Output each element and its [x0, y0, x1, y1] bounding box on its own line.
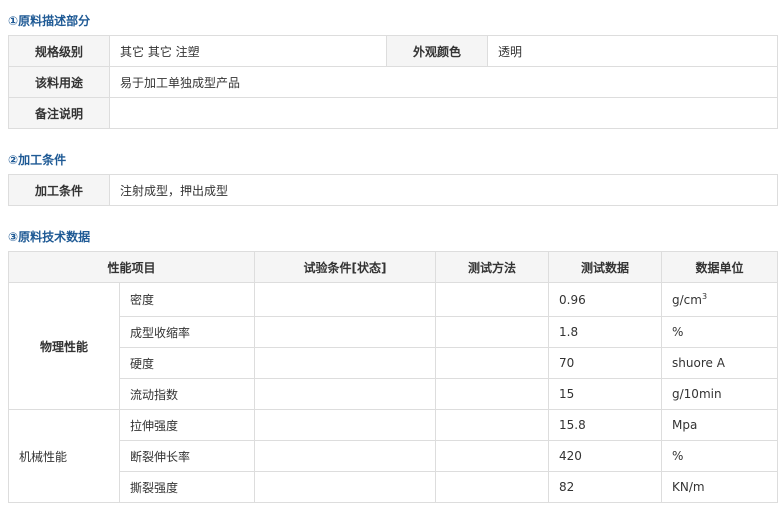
item-cell: 硬度: [118, 347, 256, 379]
table-row: 断裂伸长率 420 %: [9, 440, 779, 472]
item-cell: 成型收缩率: [118, 316, 256, 348]
condition-cell: [254, 347, 437, 379]
processing-conditions-table: 加工条件 注射成型，押出成型: [8, 174, 778, 206]
table-row: 物理性能 密度 0.96 g/cm3: [8, 282, 779, 410]
material-description-table: 规格级别 其它 其它 注塑 外观颜色 透明 该料用途 易于加工单独成型产品 备注…: [8, 35, 778, 129]
method-cell: [435, 471, 550, 503]
group-mechanical: 机械性能: [8, 409, 120, 503]
section-title-material-description: ①原料描述部分: [8, 14, 91, 28]
table-row: 撕裂强度 82 KN/m: [9, 471, 779, 503]
condition-cell: [254, 471, 437, 503]
table-row: 机械性能 拉伸强度 15.8 Mpa: [8, 409, 779, 503]
unit-cell: %: [661, 316, 779, 348]
note-value: [109, 97, 778, 129]
value-cell: 15.8: [548, 409, 663, 441]
table-row: 流动指数 15 g/10min: [9, 378, 779, 410]
unit-text: g/cm: [672, 292, 702, 307]
unit-cell: g/10min: [661, 378, 779, 410]
section-title-technical-data: ③原料技术数据: [8, 230, 91, 244]
method-cell: [435, 440, 550, 472]
item-cell: 断裂伸长率: [118, 440, 256, 472]
unit-cell: %: [661, 440, 779, 472]
spec-label: 规格级别: [8, 35, 110, 67]
header-unit: 数据单位: [661, 251, 779, 283]
spec-value: 其它 其它 注塑: [109, 35, 387, 67]
condition-cell: [254, 378, 437, 410]
technical-data-table: 性能项目 试验条件[状态] 测试方法 测试数据 数据单位 物理性能 密度 0.9…: [7, 251, 779, 503]
unit-cell: KN/m: [661, 471, 779, 503]
table-row: 成型收缩率 1.8 %: [9, 316, 779, 348]
condition-cell: [254, 316, 437, 348]
condition-cell: [254, 440, 437, 472]
header-value: 测试数据: [548, 251, 663, 283]
method-cell: [435, 378, 550, 410]
appearance-label: 外观颜色: [386, 35, 488, 67]
unit-cell: g/cm3: [661, 282, 779, 317]
item-cell: 拉伸强度: [118, 409, 256, 441]
condition-cell: [254, 409, 437, 441]
section-title-processing-conditions: ②加工条件: [8, 153, 67, 167]
table-row: 硬度 70 shuore A: [9, 347, 779, 379]
header-property: 性能项目: [7, 251, 256, 283]
group-physical: 物理性能: [8, 282, 120, 410]
appearance-value: 透明: [487, 35, 778, 67]
method-cell: [435, 347, 550, 379]
item-cell: 密度: [118, 282, 256, 317]
value-cell: 1.8: [548, 316, 663, 348]
usage-label: 该料用途: [8, 66, 110, 98]
header-condition: 试验条件[状态]: [254, 251, 437, 283]
unit-cell: shuore A: [661, 347, 779, 379]
unit-superscript: 3: [701, 291, 708, 301]
condition-cell: [254, 282, 437, 317]
value-cell: 82: [548, 471, 663, 503]
method-cell: [435, 316, 550, 348]
value-cell: 420: [548, 440, 663, 472]
processing-label: 加工条件: [8, 174, 110, 206]
usage-value: 易于加工单独成型产品: [109, 66, 778, 98]
value-cell: 70: [548, 347, 663, 379]
method-cell: [435, 282, 550, 317]
processing-value: 注射成型，押出成型: [109, 174, 778, 206]
item-cell: 流动指数: [118, 378, 256, 410]
method-cell: [435, 409, 550, 441]
header-method: 测试方法: [435, 251, 550, 283]
item-cell: 撕裂强度: [118, 471, 256, 503]
unit-cell: Mpa: [661, 409, 779, 441]
note-label: 备注说明: [8, 97, 110, 129]
value-cell: 0.96: [548, 282, 663, 317]
value-cell: 15: [548, 378, 663, 410]
